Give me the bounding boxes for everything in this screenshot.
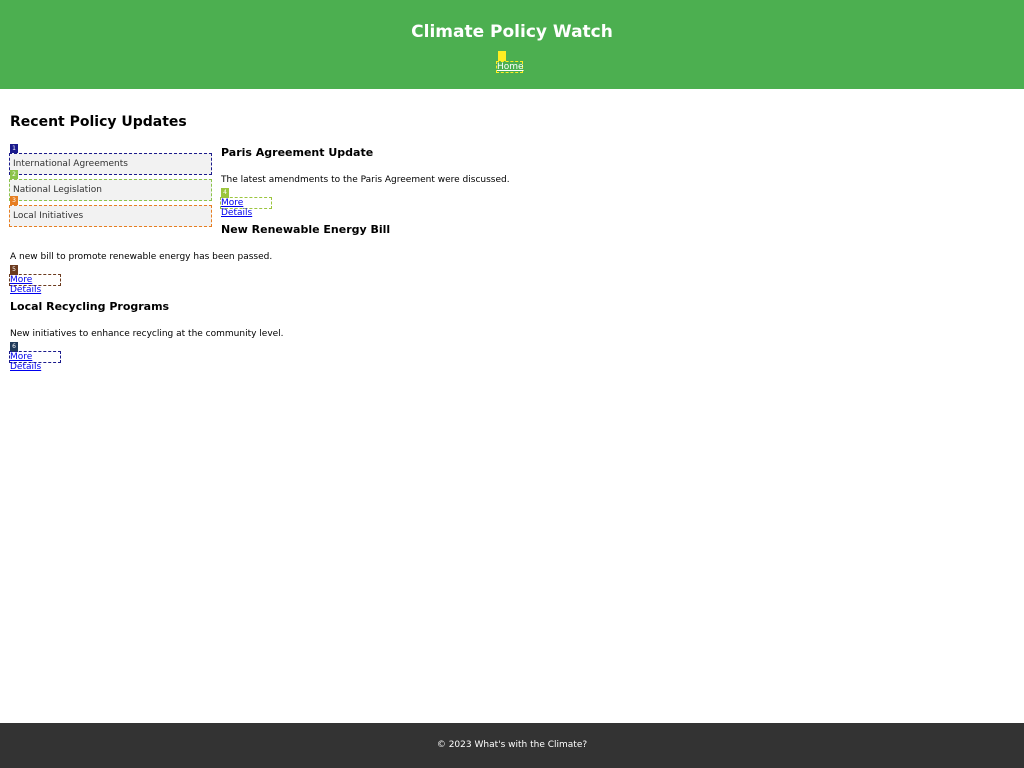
site-header: Climate Policy Watch Home (0, 0, 1024, 89)
post-title: Paris Agreement Update (221, 146, 374, 159)
footer-copyright: © 2023 What's with the Climate? (436, 740, 588, 750)
post-title: Local Recycling Programs (10, 300, 170, 313)
post-text: New initiatives to enhance recycling at … (10, 329, 284, 339)
category-local-initiatives[interactable]: Local Initiatives (9, 205, 212, 227)
marker-home (498, 51, 506, 61)
section-title: Recent Policy Updates (10, 114, 187, 130)
more-details-link[interactable]: More Details (220, 197, 272, 218)
category-national-legislation[interactable]: National Legislation (9, 179, 212, 201)
post-title: New Renewable Energy Bill (221, 223, 391, 236)
category-international-agreements[interactable]: International Agreements (9, 153, 212, 175)
site-title: Climate Policy Watch (411, 22, 613, 42)
post-text: The latest amendments to the Paris Agree… (221, 175, 510, 185)
site-footer: © 2023 What's with the Climate? (0, 723, 1024, 768)
nav-home-link[interactable]: Home (496, 61, 524, 73)
post-text: A new bill to promote renewable energy h… (10, 252, 273, 262)
more-details-link[interactable]: More Details (9, 274, 61, 295)
more-details-link[interactable]: More Details (9, 351, 61, 372)
